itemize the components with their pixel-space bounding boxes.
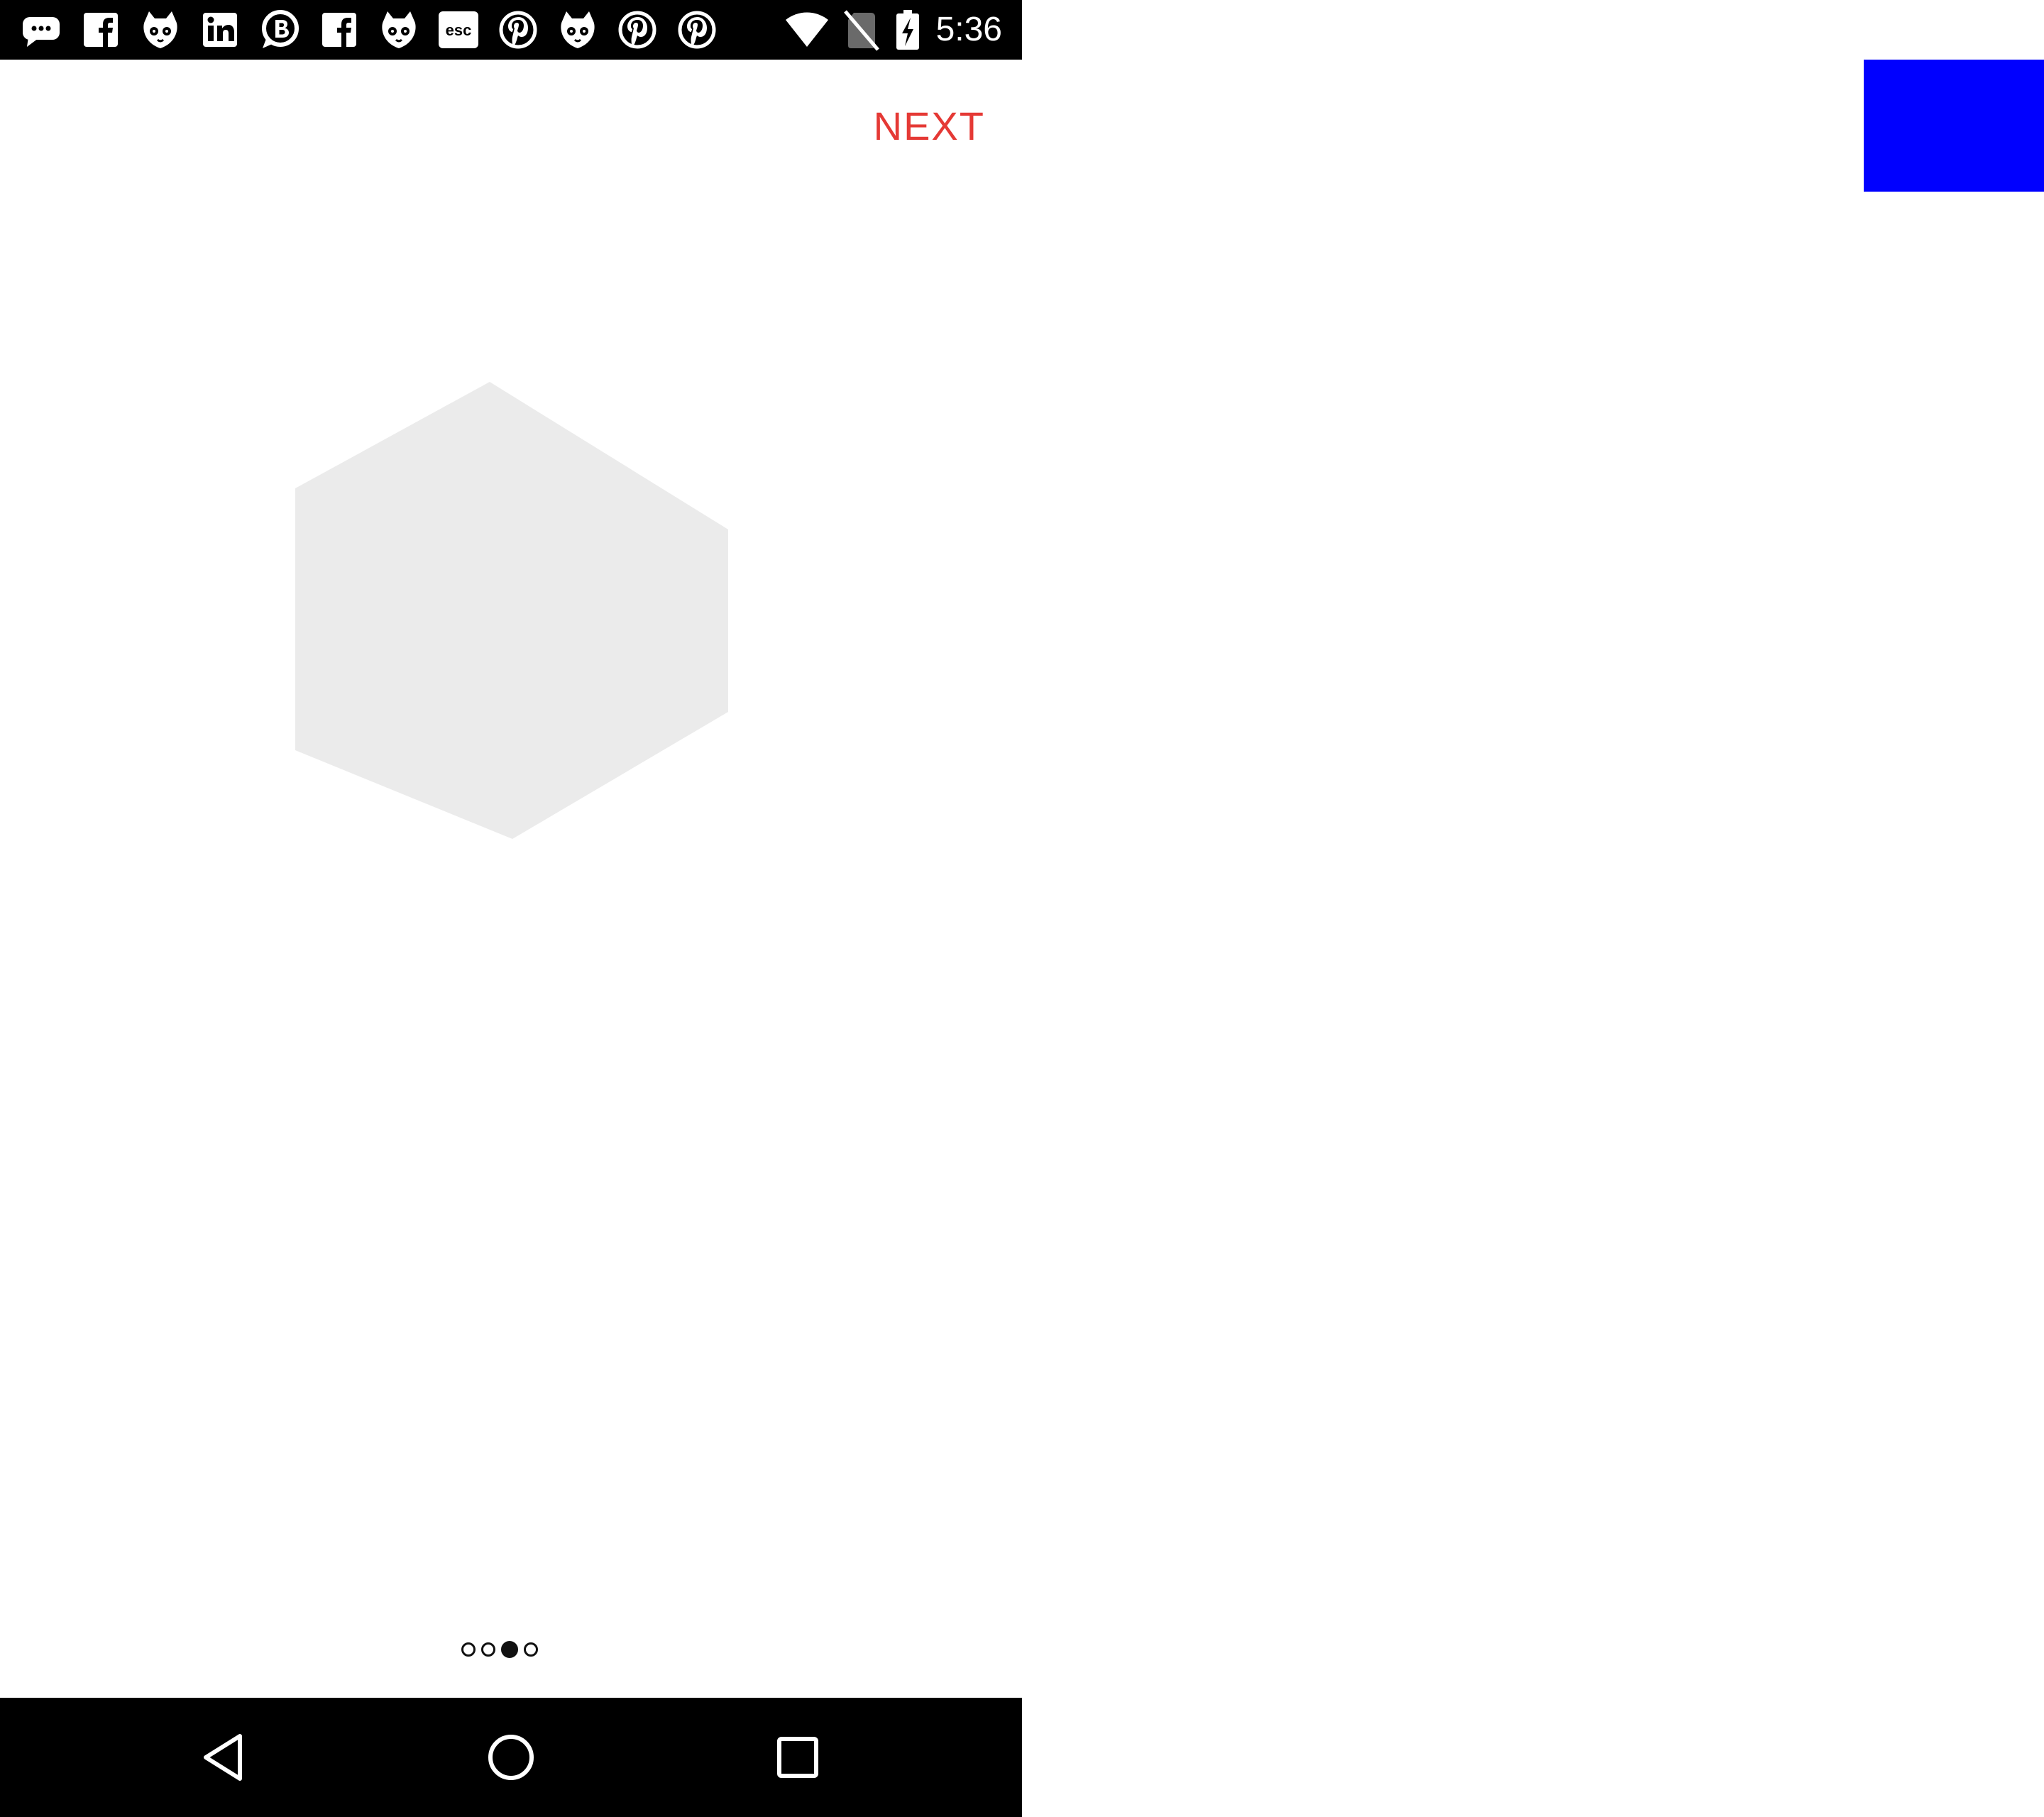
pinterest-icon <box>499 11 537 49</box>
cat-face-icon <box>561 11 595 48</box>
navigation-bar <box>0 1698 1022 1817</box>
facebook-icon <box>84 13 118 47</box>
esc-icon-label: esc <box>446 21 472 39</box>
wifi-icon <box>785 12 828 47</box>
status-bar: esc 5:36 <box>0 0 1022 60</box>
home-button[interactable] <box>483 1729 539 1786</box>
b-bubble-icon <box>262 10 299 48</box>
cat-face-icon <box>143 11 177 48</box>
pinterest-icon <box>618 11 656 49</box>
next-button[interactable]: NEXT <box>874 101 985 152</box>
page-dot <box>461 1642 476 1657</box>
no-sim-icon <box>843 10 879 51</box>
linkedin-icon <box>203 13 237 47</box>
esc-icon: esc <box>439 11 478 48</box>
chat-bubble-icon <box>23 17 60 47</box>
blue-block <box>1864 60 2044 192</box>
home-icon <box>488 1735 534 1780</box>
cat-face-icon <box>382 11 416 48</box>
system-icons: 5:36 <box>784 9 1002 51</box>
phone-screen: esc 5:36 NEXT <box>0 0 1022 1817</box>
hexagon-shape <box>295 382 728 839</box>
clock: 5:36 <box>935 11 1002 48</box>
recents-icon <box>777 1737 818 1778</box>
back-icon <box>204 1734 242 1781</box>
notification-icons: esc <box>20 9 718 51</box>
recents-button[interactable] <box>769 1729 826 1786</box>
back-button[interactable] <box>196 1729 253 1786</box>
battery-charging-icon <box>896 10 919 50</box>
page-dot <box>524 1642 538 1657</box>
page-dot <box>501 1641 518 1658</box>
page-indicator <box>461 1637 538 1662</box>
pinterest-icon <box>678 11 716 49</box>
page-dot <box>481 1642 495 1657</box>
hexagon-placeholder-icon <box>295 382 728 839</box>
facebook-icon <box>322 13 356 47</box>
